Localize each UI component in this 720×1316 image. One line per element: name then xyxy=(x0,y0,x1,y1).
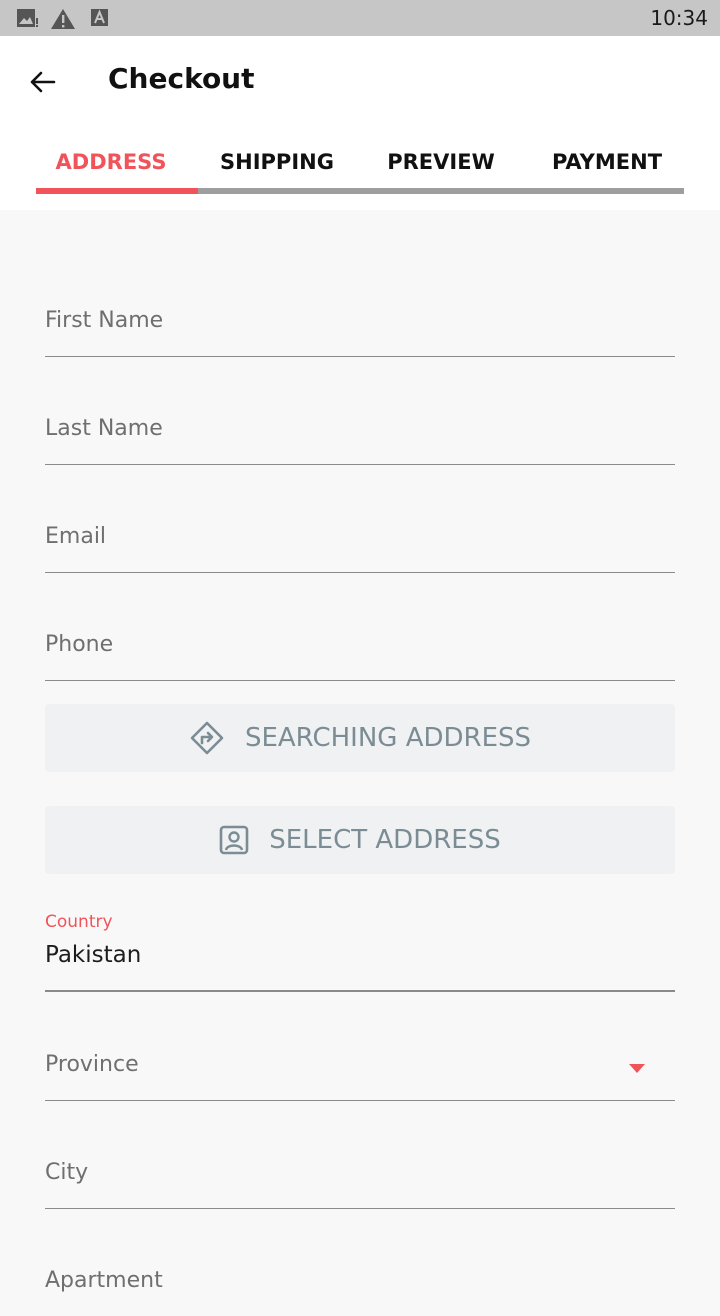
last-name-field[interactable]: Last Name xyxy=(45,404,675,465)
status-time: 10:34 xyxy=(650,6,708,30)
contact-card-icon xyxy=(219,825,249,855)
city-field[interactable]: City xyxy=(45,1148,675,1209)
phone-field[interactable]: Phone xyxy=(45,620,675,681)
email-field[interactable]: Email xyxy=(45,512,675,573)
country-label: Country xyxy=(45,912,113,932)
tab-preview[interactable]: PREVIEW xyxy=(366,136,516,188)
first-name-placeholder: First Name xyxy=(45,308,164,333)
apartment-field[interactable]: Apartment xyxy=(45,1256,675,1316)
apartment-placeholder: Apartment xyxy=(45,1268,163,1293)
email-placeholder: Email xyxy=(45,524,107,549)
dropdown-arrow-icon xyxy=(629,1064,645,1073)
country-underline xyxy=(45,990,675,992)
country-value: Pakistan xyxy=(45,942,142,968)
tab-shipping[interactable]: SHIPPING xyxy=(202,136,352,188)
directions-icon xyxy=(190,721,224,755)
warning-icon xyxy=(51,9,75,29)
tab-address[interactable]: ADDRESS xyxy=(36,136,186,188)
phone-placeholder: Phone xyxy=(45,632,114,657)
font-icon xyxy=(91,9,108,26)
select-address-button[interactable]: SELECT ADDRESS xyxy=(45,806,675,874)
first-name-field[interactable]: First Name xyxy=(45,296,675,357)
province-placeholder: Province xyxy=(45,1052,139,1077)
searching-address-label: SEARCHING ADDRESS xyxy=(244,723,532,753)
back-button[interactable] xyxy=(20,60,64,104)
app-bar: Checkout ADDRESS SHIPPING PREVIEW PAYMEN… xyxy=(0,36,720,210)
tab-payment[interactable]: PAYMENT xyxy=(532,136,682,188)
last-name-placeholder: Last Name xyxy=(45,416,163,441)
tab-indicator xyxy=(36,188,198,194)
searching-address-button[interactable]: SEARCHING ADDRESS xyxy=(45,704,675,772)
province-dropdown[interactable]: Province xyxy=(45,1040,675,1101)
checkout-tabs: ADDRESS SHIPPING PREVIEW PAYMENT xyxy=(36,136,684,194)
status-bar: 10:34 xyxy=(0,0,720,36)
back-arrow-icon xyxy=(30,71,56,93)
city-placeholder: City xyxy=(45,1160,89,1185)
page-title: Checkout xyxy=(108,62,255,95)
gallery-icon xyxy=(17,9,38,27)
select-address-label: SELECT ADDRESS xyxy=(269,825,501,855)
